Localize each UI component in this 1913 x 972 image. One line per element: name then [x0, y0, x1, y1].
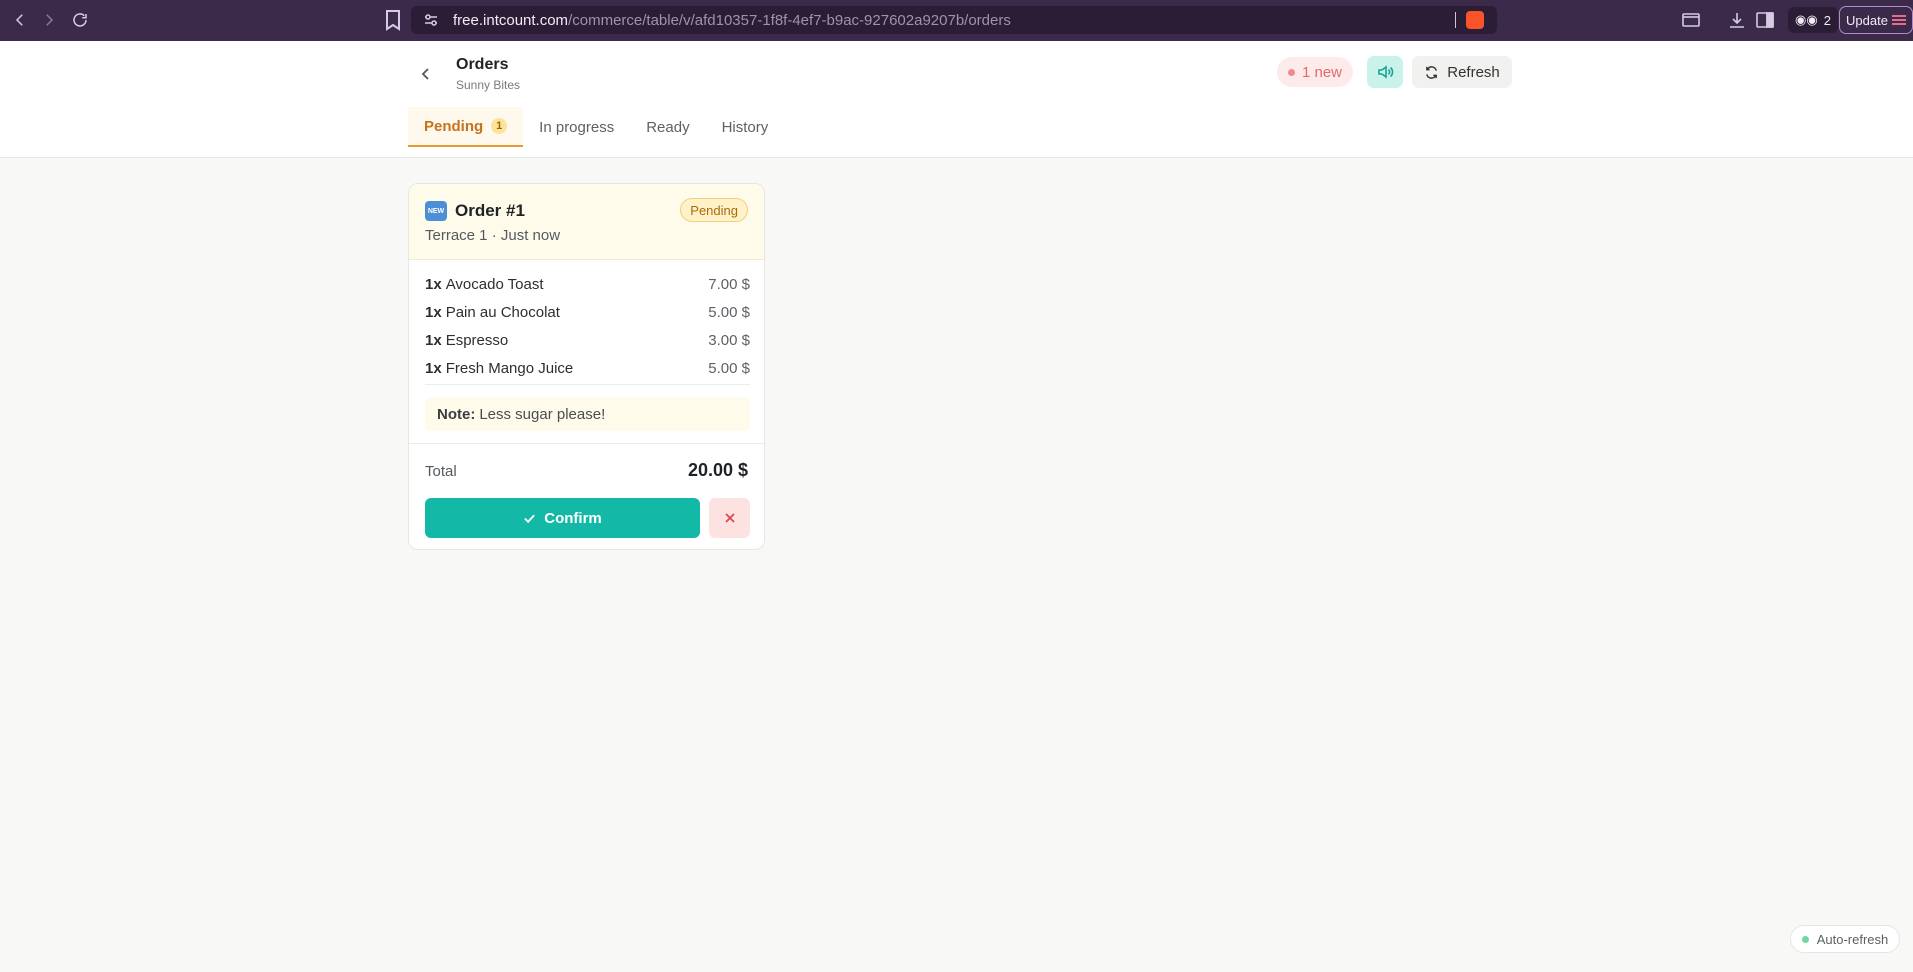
list-item: 1x Fresh Mango Juice 5.00 $: [425, 354, 750, 382]
list-item: 1x Espresso 3.00 $: [425, 326, 750, 354]
total-value: 20.00 $: [687, 460, 748, 480]
store-name: Sunny Bites: [456, 78, 521, 92]
sidebar-toggle-icon[interactable]: [1754, 9, 1776, 31]
order-card-header: NEW Order #1 Terrace 1 · Just now Pendin…: [409, 184, 764, 260]
total-divider: [409, 443, 764, 444]
update-label: Update: [1846, 12, 1888, 28]
confirm-button[interactable]: Confirm: [425, 498, 700, 538]
wallet-button[interactable]: ◉◉ 2: [1788, 7, 1838, 33]
order-card: NEW Order #1 Terrace 1 · Just now Pendin…: [408, 183, 765, 550]
tab-search-icon[interactable]: [1680, 9, 1702, 31]
check-icon: [524, 514, 536, 523]
menu-icon: [1891, 15, 1906, 25]
refresh-label: Refresh: [1447, 63, 1500, 81]
reject-button[interactable]: [709, 498, 750, 538]
item-name-cell: 1x Avocado Toast: [425, 276, 544, 293]
item-price: 7.00 $: [708, 275, 750, 293]
item-price: 5.00 $: [708, 359, 750, 377]
tab-history[interactable]: History: [706, 107, 785, 147]
item-name-cell: 1x Fresh Mango Juice: [425, 360, 573, 377]
total-label: Total: [425, 463, 457, 480]
tab-in-progress-label: In progress: [539, 118, 615, 136]
speaker-icon: [1378, 65, 1394, 79]
tab-ready[interactable]: Ready: [630, 107, 705, 147]
forward-arrow-icon[interactable]: [37, 8, 61, 32]
item-qty: 1x: [425, 331, 442, 349]
note-label: Note:: [437, 405, 476, 423]
wallet-count: 2: [1823, 12, 1831, 28]
new-dot-icon: [1287, 68, 1295, 76]
tab-pending[interactable]: Pending 1: [408, 107, 524, 147]
item-price: 5.00 $: [708, 303, 750, 321]
close-icon: [724, 513, 735, 523]
sound-toggle-button[interactable]: [1367, 56, 1403, 88]
items-divider: [425, 384, 750, 385]
item-name: Pain au Chocolat: [445, 303, 560, 321]
url-text: free.intcount.com/commerce/table/v/afd10…: [453, 12, 1011, 29]
reload-icon[interactable]: [68, 8, 92, 32]
item-price: 3.00 $: [708, 331, 750, 349]
item-qty: 1x: [425, 275, 442, 293]
brave-shield-icon[interactable]: [1466, 11, 1484, 29]
order-title: Order #1: [455, 201, 525, 220]
status-badge: Pending: [680, 198, 748, 222]
item-qty: 1x: [425, 359, 442, 377]
new-emoji-icon: NEW: [425, 201, 447, 221]
page-title: Orders: [456, 56, 509, 73]
url-path: /commerce/table/v/afd10357-1f8f-4ef7-b9a…: [568, 12, 1011, 29]
back-button[interactable]: [413, 61, 439, 87]
refresh-button[interactable]: Refresh: [1412, 56, 1512, 88]
tab-ready-label: Ready: [646, 118, 690, 136]
update-button[interactable]: Update: [1839, 6, 1913, 34]
tab-pending-count: 1: [491, 118, 508, 134]
url-host: free.intcount.com: [453, 12, 569, 29]
refresh-icon: [1426, 65, 1438, 79]
order-meta: Terrace 1 · Just now: [425, 227, 561, 244]
url-divider: [1455, 12, 1456, 28]
order-status-tabs: Pending 1 In progress Ready History: [408, 107, 784, 147]
item-name: Espresso: [445, 331, 509, 349]
chevron-left-icon: [421, 68, 429, 80]
confirm-label: Confirm: [544, 509, 602, 527]
download-icon[interactable]: [1726, 9, 1748, 31]
order-note: Note: Less sugar please!: [425, 397, 750, 431]
note-text: Less sugar please!: [479, 405, 606, 423]
auto-refresh-dot-icon: [1801, 935, 1809, 943]
page-header: Orders Sunny Bites 1 new Refresh Pending…: [0, 41, 1913, 158]
list-item: 1x Pain au Chocolat 5.00 $: [425, 298, 750, 326]
item-name-cell: 1x Pain au Chocolat: [425, 304, 560, 321]
item-qty: 1x: [425, 303, 442, 321]
tab-pending-label: Pending: [424, 117, 484, 135]
auto-refresh-label: Auto-refresh: [1816, 931, 1889, 947]
browser-toolbar: free.intcount.com/commerce/table/v/afd10…: [0, 0, 1913, 41]
order-items-list: 1x Avocado Toast 7.00 $ 1x Pain au Chocola…: [425, 270, 750, 382]
back-arrow-icon[interactable]: [8, 8, 32, 32]
bookmark-icon[interactable]: [383, 8, 403, 32]
new-orders-badge: 1 new: [1277, 57, 1353, 87]
auto-refresh-indicator: Auto-refresh: [1790, 925, 1900, 953]
item-name-cell: 1x Espresso: [425, 332, 508, 349]
list-item: 1x Avocado Toast 7.00 $: [425, 270, 750, 298]
tab-in-progress[interactable]: In progress: [523, 107, 630, 147]
tab-history-label: History: [721, 118, 769, 136]
item-name: Fresh Mango Juice: [445, 359, 574, 377]
glasses-icon: ◉◉: [1795, 12, 1818, 27]
address-bar[interactable]: free.intcount.com/commerce/table/v/afd10…: [411, 6, 1497, 34]
new-badge-label: 1 new: [1301, 63, 1343, 81]
item-name: Avocado Toast: [445, 275, 544, 293]
site-settings-icon[interactable]: [423, 12, 439, 28]
